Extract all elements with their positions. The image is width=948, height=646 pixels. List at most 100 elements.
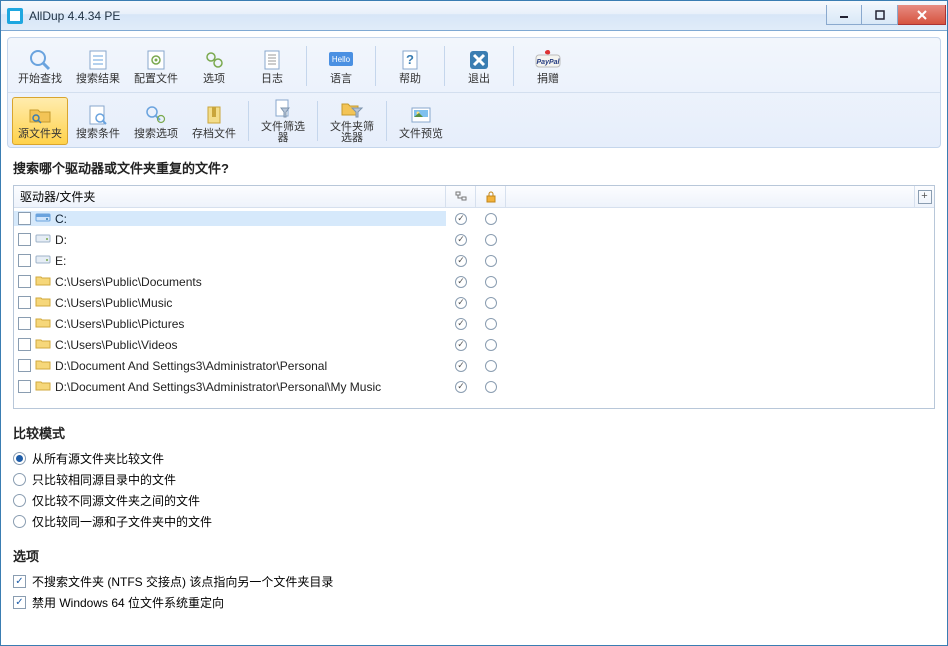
toolbar-search-results[interactable]: 搜索结果 (70, 42, 126, 90)
row-radio-a[interactable] (455, 234, 467, 246)
row-radio-b[interactable] (485, 339, 497, 351)
toolbar-start-search[interactable]: 开始查找 (12, 42, 68, 90)
content-area: 搜索哪个驱动器或文件夹重复的文件? 驱动器/文件夹 + C:D:E:C:\Use… (1, 148, 947, 645)
titlebar: AllDup 4.4.34 PE (1, 1, 947, 31)
checkbox-icon (13, 596, 26, 609)
svg-text:?: ? (406, 52, 414, 67)
compare-option[interactable]: 从所有源文件夹比较文件 (13, 448, 935, 469)
row-radio-b[interactable] (485, 234, 497, 246)
row-checkbox[interactable] (18, 380, 31, 393)
row-radio-b[interactable] (485, 213, 497, 225)
toolbar-label: 开始查找 (18, 74, 62, 85)
row-checkbox[interactable] (18, 338, 31, 351)
folder-icon (35, 337, 51, 352)
toolbar-folder-filter[interactable]: 文件夹筛选器 (324, 97, 380, 145)
list-row[interactable]: C:\Users\Public\Music (14, 292, 934, 313)
toolbar-search-criteria[interactable]: 搜索条件 (70, 97, 126, 145)
toolbar-label: 源文件夹 (18, 129, 62, 140)
drive-icon (35, 253, 51, 268)
search-criteria-icon (84, 103, 112, 127)
toolbar-file-preview[interactable]: 文件预览 (393, 97, 449, 145)
toolbar-label: 文件筛选器 (256, 122, 310, 144)
row-radio-b[interactable] (485, 360, 497, 372)
row-checkbox[interactable] (18, 296, 31, 309)
app-icon (7, 8, 23, 24)
row-radio-a[interactable] (455, 360, 467, 372)
row-checkbox[interactable] (18, 317, 31, 330)
toolbar-search-options[interactable]: 搜索选项 (128, 97, 184, 145)
compare-option-label: 只比较相同源目录中的文件 (32, 471, 176, 488)
toolbar-source-folder[interactable]: 源文件夹 (12, 97, 68, 145)
compare-option[interactable]: 仅比较不同源文件夹之间的文件 (13, 490, 935, 511)
list-row[interactable]: C: (14, 208, 934, 229)
option-label: 禁用 Windows 64 位文件系统重定向 (32, 594, 224, 611)
toolbar-language[interactable]: Hello 语言 (313, 42, 369, 90)
maximize-button[interactable] (862, 5, 898, 25)
file-preview-icon (407, 103, 435, 127)
compare-section: 比较模式 从所有源文件夹比较文件只比较相同源目录中的文件仅比较不同源文件夹之间的… (13, 423, 935, 532)
options-title: 选项 (13, 546, 935, 565)
toolbar-label: 存档文件 (192, 129, 236, 140)
row-path-text: E: (55, 254, 66, 268)
radio-icon (13, 473, 26, 486)
folder-filter-icon (338, 98, 366, 120)
toolbar-archive-file[interactable]: 存档文件 (186, 97, 242, 145)
compare-option[interactable]: 只比较相同源目录中的文件 (13, 469, 935, 490)
row-checkbox[interactable] (18, 359, 31, 372)
row-radio-b[interactable] (485, 381, 497, 393)
row-checkbox[interactable] (18, 212, 31, 225)
compare-option[interactable]: 仅比较同一源和子文件夹中的文件 (13, 511, 935, 532)
row-radio-b[interactable] (485, 297, 497, 309)
svg-text:Hello: Hello (332, 55, 351, 64)
row-radio-a[interactable] (455, 339, 467, 351)
list-row[interactable]: D:\Document And Settings3\Administrator\… (14, 355, 934, 376)
row-checkbox[interactable] (18, 233, 31, 246)
row-checkbox[interactable] (18, 275, 31, 288)
list-row[interactable]: E: (14, 250, 934, 271)
row-radio-a[interactable] (455, 255, 467, 267)
toolbar-label: 语言 (330, 74, 352, 85)
toolbar-label: 选项 (203, 74, 225, 85)
row-radio-b[interactable] (485, 318, 497, 330)
toolbar-config-file[interactable]: 配置文件 (128, 42, 184, 90)
options-section: 选项 不搜索文件夹 (NTFS 交接点) 该点指向另一个文件夹目录禁用 Wind… (13, 546, 935, 613)
row-path-text: C:\Users\Public\Documents (55, 275, 202, 289)
header-col-a[interactable] (446, 186, 476, 207)
list-body[interactable]: C:D: E: C:\Users\Public\Documents C:\Users\… (14, 208, 934, 408)
list-row[interactable]: C:\Users\Public\Pictures (14, 313, 934, 334)
list-row[interactable]: C:\Users\Public\Documents (14, 271, 934, 292)
row-radio-a[interactable] (455, 381, 467, 393)
minimize-button[interactable] (826, 5, 862, 25)
option-item[interactable]: 不搜索文件夹 (NTFS 交接点) 该点指向另一个文件夹目录 (13, 571, 935, 592)
header-col-b[interactable] (476, 186, 506, 207)
add-button[interactable]: + (914, 186, 934, 207)
option-item[interactable]: 禁用 Windows 64 位文件系统重定向 (13, 592, 935, 613)
row-radio-a[interactable] (455, 297, 467, 309)
list-row[interactable]: D: (14, 229, 934, 250)
toolbar-file-filter[interactable]: 文件筛选器 (255, 97, 311, 145)
sub-toolbar: 源文件夹搜索条件搜索选项存档文件 文件筛选器文件夹筛选器文件预览 (8, 92, 940, 147)
close-button[interactable] (898, 5, 946, 25)
header-path[interactable]: 驱动器/文件夹 (14, 186, 446, 207)
toolbar-exit[interactable]: 退出 (451, 42, 507, 90)
toolbar-label: 日志 (261, 74, 283, 85)
compare-option-label: 从所有源文件夹比较文件 (32, 450, 164, 467)
language-icon: Hello (327, 48, 355, 72)
toolbar-donate[interactable]: PayPal捐赠 (520, 42, 576, 90)
row-radio-a[interactable] (455, 276, 467, 288)
row-radio-b[interactable] (485, 255, 497, 267)
row-path-text: D:\Document And Settings3\Administrator\… (55, 380, 381, 394)
svg-text:PayPal: PayPal (537, 59, 561, 66)
list-row[interactable]: C:\Users\Public\Videos (14, 334, 934, 355)
toolbar-log[interactable]: 日志 (244, 42, 300, 90)
toolbar-help[interactable]: ?帮助 (382, 42, 438, 90)
row-checkbox[interactable] (18, 254, 31, 267)
row-radio-b[interactable] (485, 276, 497, 288)
list-row[interactable]: D:\Document And Settings3\Administrator\… (14, 376, 934, 397)
toolbar-options[interactable]: 选项 (186, 42, 242, 90)
row-path-text: C:\Users\Public\Music (55, 296, 172, 310)
row-radio-a[interactable] (455, 213, 467, 225)
radio-icon (13, 515, 26, 528)
toolbar-label: 搜索结果 (76, 74, 120, 85)
row-radio-a[interactable] (455, 318, 467, 330)
